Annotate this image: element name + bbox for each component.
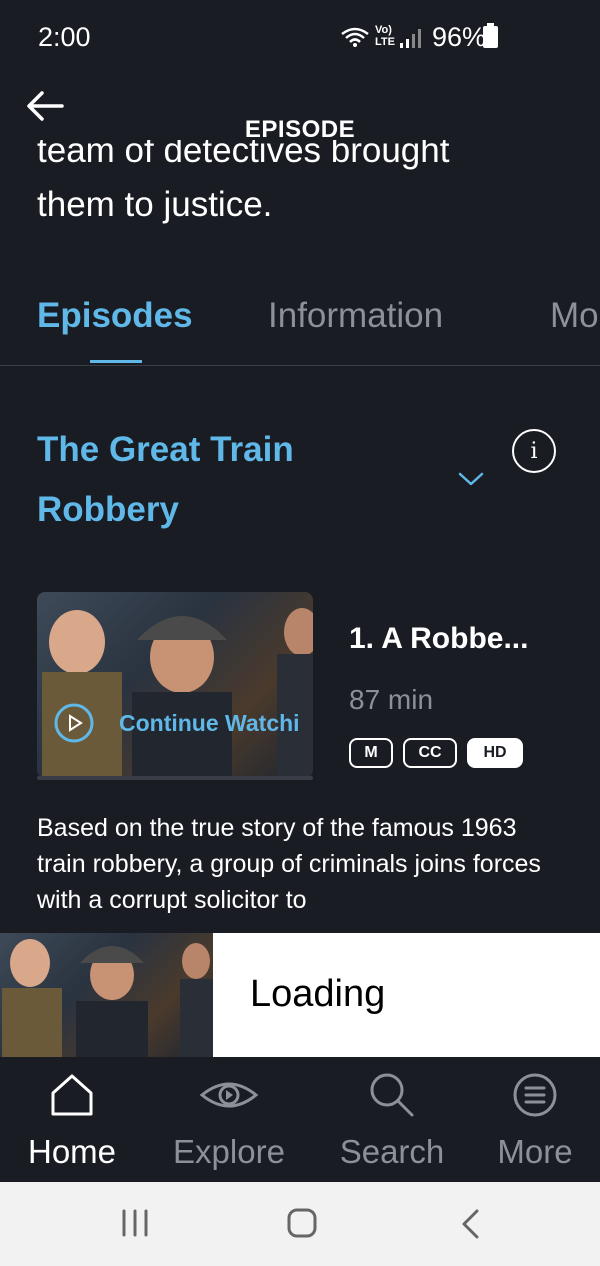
system-home-icon[interactable] (286, 1206, 318, 1240)
cc-badge: CC (403, 738, 457, 768)
season-selector[interactable]: The Great Train Robbery (37, 420, 397, 540)
signal-icon (400, 29, 421, 48)
mini-thumbnail-scene (2, 939, 213, 1058)
battery-percent: 96% (432, 22, 487, 52)
nav-more-label: More (497, 1133, 573, 1170)
tab-more[interactable]: Mo (550, 296, 599, 336)
synopsis-line-1: team of detectives brought (37, 140, 450, 170)
synopsis-line-2: them to justice. (37, 185, 273, 224)
rating-badge: M (349, 738, 393, 768)
lte-label: LTE (375, 36, 395, 48)
wifi-icon (341, 27, 369, 47)
play-circle-icon[interactable] (53, 702, 95, 744)
eye-icon (199, 1082, 259, 1108)
status-bar: 2:00 Vo) LTE 96% (0, 0, 600, 76)
nav-explore-label: Explore (173, 1133, 285, 1170)
thumbnail-scene (42, 608, 313, 778)
tab-bar: Episodes Information Mo (0, 296, 600, 366)
chevron-down-icon[interactable] (457, 470, 485, 488)
episode-badges: M CC HD (349, 738, 523, 768)
nav-explore[interactable]: Explore (154, 1057, 304, 1182)
recents-icon[interactable] (118, 1208, 152, 1238)
mini-player-status: Loading (250, 973, 386, 1015)
menu-circle-icon (513, 1073, 557, 1117)
home-icon (51, 1074, 93, 1116)
continue-watching-label[interactable]: Continue Watchi (119, 710, 300, 737)
synopsis-fragment: team of detectives brought them to justi… (37, 140, 577, 240)
nav-home-label: Home (27, 1133, 117, 1170)
search-icon (370, 1073, 414, 1117)
hd-badge: HD (467, 738, 523, 768)
info-icon[interactable]: i (512, 429, 556, 473)
page-title: EPISODE (244, 116, 356, 143)
nav-search[interactable]: Search (317, 1057, 467, 1182)
nav-more[interactable]: More (460, 1057, 600, 1182)
watch-progress-bar (37, 776, 313, 780)
episode-title[interactable]: 1. A Robbe... (349, 622, 528, 656)
bottom-nav: Home Explore Search More (0, 1057, 600, 1182)
mini-player-thumbnail[interactable] (0, 933, 213, 1058)
nav-home[interactable]: Home (0, 1057, 147, 1182)
system-back-icon[interactable] (458, 1207, 482, 1241)
nav-search-label: Search (339, 1133, 445, 1170)
tab-episodes[interactable]: Episodes (37, 296, 193, 336)
episode-description: Based on the true story of the famous 19… (37, 814, 541, 914)
episode-thumbnail[interactable]: Continue Watchi (37, 592, 313, 778)
episode-duration: 87 min (349, 684, 434, 715)
mini-player[interactable]: Loading (0, 933, 600, 1058)
status-time: 2:00 (38, 22, 91, 52)
battery-icon (483, 23, 498, 48)
system-nav-bar (0, 1182, 600, 1266)
volte-label: Vo) (375, 24, 392, 36)
tab-information[interactable]: Information (268, 296, 443, 336)
active-tab-indicator (90, 360, 142, 363)
